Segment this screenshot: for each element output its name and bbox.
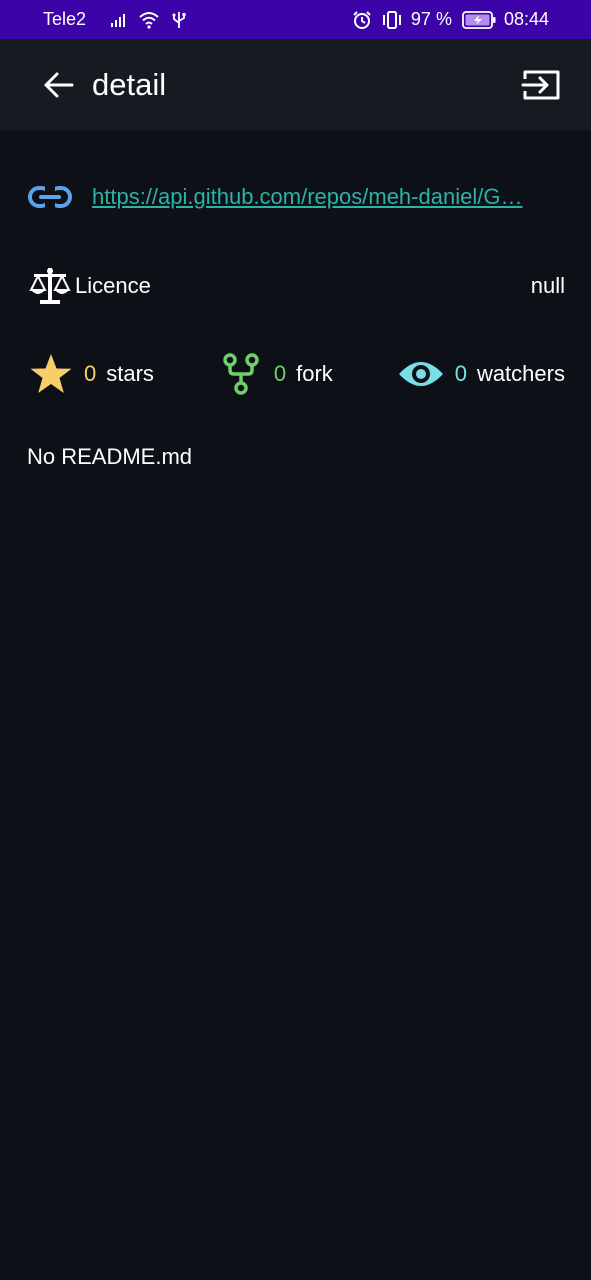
scale-icon — [28, 266, 72, 306]
page-title: detail — [92, 67, 167, 102]
forks-label: fork — [296, 361, 333, 386]
forks-stat: 0 fork — [218, 351, 333, 397]
open-in-icon — [521, 69, 561, 101]
star-icon — [28, 351, 74, 397]
fork-icon — [218, 351, 264, 397]
arrow-left-icon — [42, 71, 74, 99]
battery-charging-icon — [462, 10, 496, 29]
repo-url-row: https://api.github.com/repos/meh-daniel/… — [28, 177, 568, 217]
signal-icon — [108, 9, 130, 31]
licence-value: null — [530, 273, 565, 298]
status-bar: Tele2 97 % 08:44 — [0, 0, 591, 39]
watchers-stat: 0 watchers — [397, 351, 565, 397]
app-bar: detail — [0, 39, 591, 131]
licence-row: Licence null — [28, 264, 565, 308]
stars-label: stars — [106, 361, 154, 386]
watchers-count: 0 — [454, 361, 467, 386]
carrier-label: Tele2 — [43, 9, 87, 29]
repo-url-link[interactable]: https://api.github.com/repos/meh-daniel/… — [92, 184, 564, 210]
clock: 08:44 — [503, 9, 549, 29]
open-in-browser-button[interactable] — [520, 67, 562, 103]
back-button[interactable] — [40, 67, 76, 103]
status-left: Tele2 — [43, 9, 190, 31]
watchers-label: watchers — [476, 361, 565, 386]
status-right: 97 % 08:44 — [351, 9, 549, 31]
battery-percent: 97 % — [410, 9, 452, 29]
eye-icon — [397, 351, 445, 397]
alarm-icon — [351, 9, 373, 31]
readme-text: No README.md — [27, 444, 193, 469]
forks-count: 0 — [273, 361, 287, 386]
vibrate-icon — [381, 9, 403, 31]
stars-count: 0 — [84, 361, 97, 386]
stats-row: 0 stars 0 fork 0 watchers — [28, 350, 565, 398]
wifi-icon — [138, 9, 160, 31]
usb-icon — [168, 9, 190, 31]
link-icon — [28, 182, 72, 212]
stars-stat: 0 stars — [28, 351, 154, 397]
licence-label: Licence — [75, 273, 151, 298]
